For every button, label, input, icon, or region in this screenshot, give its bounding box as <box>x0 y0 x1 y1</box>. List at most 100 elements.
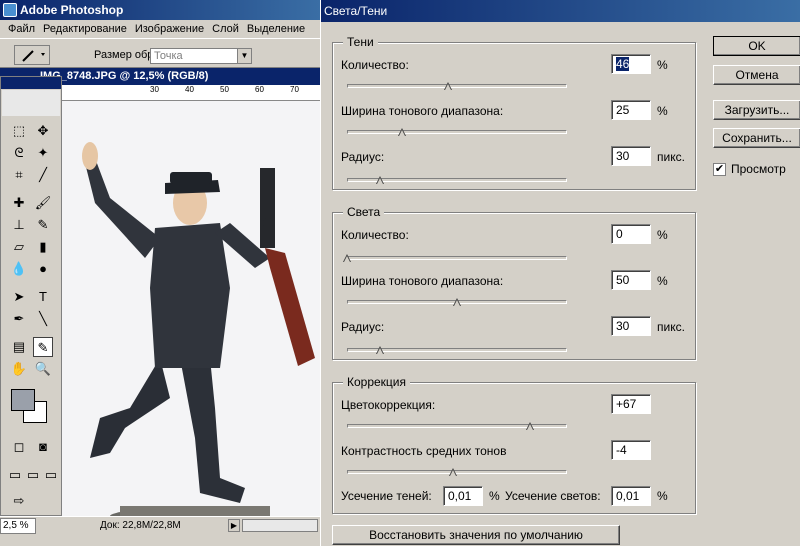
shadows-tonal-width-slider-thumb[interactable] <box>398 128 407 137</box>
save-button[interactable]: Сохранить... <box>713 128 800 148</box>
highlights-amount-field[interactable]: 0 <box>611 224 651 244</box>
shadows-tonal-width-field[interactable]: 25 <box>611 100 651 120</box>
black-clip-unit: % <box>489 489 500 503</box>
white-clip-field[interactable]: 0,01 <box>611 486 651 506</box>
foreground-color-swatch[interactable] <box>11 389 35 411</box>
shadows-radius-field[interactable]: 30 <box>611 146 651 166</box>
menu-image[interactable]: Изображение <box>131 20 208 38</box>
photoshop-title: Adobe Photoshop <box>20 3 124 17</box>
history-brush-icon[interactable]: ✎ <box>33 215 53 235</box>
color-correction-slider-thumb[interactable] <box>525 422 535 431</box>
pen-tool-icon[interactable]: ✒ <box>9 309 29 329</box>
healing-brush-icon[interactable]: ✚ <box>9 193 29 213</box>
screen-mode-max-icon[interactable]: ▭ <box>41 465 61 485</box>
quick-mask-icon[interactable]: ◙ <box>33 437 53 457</box>
highlights-radius-label: Радиус: <box>341 320 385 334</box>
menu-bar: Файл Редактирование Изображение Слой Выд… <box>0 20 320 38</box>
preview-checkbox[interactable]: ✔ <box>713 163 726 176</box>
toolbox-header <box>1 77 61 89</box>
line-tool-icon[interactable]: ╲ <box>33 309 53 329</box>
eyedropper-tool-icon[interactable]: ✎ <box>33 337 53 357</box>
highlights-tonal-width-label: Ширина тонового диапазона: <box>341 274 504 288</box>
screen-mode-full-icon[interactable]: ▭ <box>23 465 43 485</box>
sample-size-select[interactable]: Точка ▼ <box>150 48 252 64</box>
photoshop-app-icon <box>3 3 17 17</box>
highlights-amount-slider-thumb[interactable] <box>343 254 352 263</box>
marquee-tool-icon[interactable]: ⬚ <box>9 121 29 141</box>
photoshop-window: Adobe Photoshop Файл Редактирование Изоб… <box>0 0 320 546</box>
sample-size-value: Точка <box>154 50 183 62</box>
highlights-radius-field[interactable]: 30 <box>611 316 651 336</box>
zoom-tool-icon[interactable]: 🔍 <box>33 359 53 379</box>
screen-mode-icon[interactable]: ▭ <box>5 465 25 485</box>
shadows-group-title: Тени <box>343 35 378 49</box>
stamp-tool-icon[interactable]: ⊥ <box>9 215 29 235</box>
menu-select[interactable]: Выделение <box>243 20 309 38</box>
highlights-tonal-width-field[interactable]: 50 <box>611 270 651 290</box>
jump-to-imageready-icon[interactable]: ⇨ <box>9 491 29 511</box>
highlights-tonal-width-slider-thumb[interactable] <box>453 298 462 307</box>
midtone-contrast-label: Контрастность средних тонов <box>341 444 507 458</box>
ruler-tick: 50 <box>220 85 229 94</box>
shadows-radius-label: Радиус: <box>341 150 385 164</box>
ruler-tick: 60 <box>255 85 264 94</box>
shadows-radius-slider-thumb[interactable] <box>376 176 385 185</box>
status-bar: 2,5 % Док: 22,8M/22,8M ▶ <box>0 516 320 534</box>
menu-layer[interactable]: Слой <box>208 20 243 38</box>
standard-mode-icon[interactable]: ◻ <box>9 437 29 457</box>
shadows-amount-value: 46 <box>616 57 630 71</box>
dodge-tool-icon[interactable]: ● <box>33 259 53 279</box>
black-clip-label: Усечение теней: <box>341 489 432 503</box>
cancel-button[interactable]: Отмена <box>713 65 800 85</box>
preview-label: Просмотр <box>731 162 786 176</box>
ok-button[interactable]: OK <box>713 36 800 56</box>
midtone-contrast-slider-thumb[interactable] <box>448 468 458 477</box>
shadows-amount-slider-thumb[interactable] <box>444 82 453 91</box>
shadows-amount-slider[interactable] <box>347 84 567 88</box>
color-correction-label: Цветокоррекция: <box>341 398 436 412</box>
toolbox: ⬚ ✥ ᘓ ✦ ⌗ ╱ ✚ 🖌 ⊥ ✎ ▱ ▮ 💧 ● ➤ T ✒ ╲ ▤ ✎ … <box>0 76 62 516</box>
menu-edit[interactable]: Редактирование <box>39 20 131 38</box>
zoom-level-field[interactable]: 2,5 % <box>0 518 36 534</box>
highlights-radius-slider-thumb[interactable] <box>376 346 385 355</box>
blur-tool-icon[interactable]: 💧 <box>9 259 29 279</box>
slice-tool-icon[interactable]: ╱ <box>33 165 53 185</box>
eyedropper-preset-button[interactable] <box>14 45 50 65</box>
adjustments-group-title: Коррекция <box>343 375 411 389</box>
shadows-tonal-width-unit: % <box>657 104 668 118</box>
shadows-tonal-width-slider[interactable] <box>347 130 567 134</box>
shadows-amount-unit: % <box>657 58 668 72</box>
gradient-tool-icon[interactable]: ▮ <box>33 237 53 257</box>
move-tool-icon[interactable]: ✥ <box>33 121 53 141</box>
white-clip-unit: % <box>657 489 668 503</box>
menu-file[interactable]: Файл <box>4 20 39 38</box>
shadows-amount-field[interactable]: 46 <box>611 54 651 74</box>
lasso-tool-icon[interactable]: ᘓ <box>9 143 29 163</box>
highlights-group-title: Света <box>343 205 385 219</box>
status-menu-arrow-icon[interactable]: ▶ <box>228 519 240 532</box>
ruler-tick: 30 <box>150 85 159 94</box>
eraser-tool-icon[interactable]: ▱ <box>9 237 29 257</box>
notes-tool-icon[interactable]: ▤ <box>9 337 29 357</box>
shadows-tonal-width-label: Ширина тонового диапазона: <box>341 104 504 118</box>
horizontal-scrollbar[interactable] <box>242 519 318 532</box>
color-correction-field[interactable]: +67 <box>611 394 651 414</box>
shadows-amount-label: Количество: <box>341 58 409 72</box>
hand-tool-icon[interactable]: ✋ <box>9 359 29 379</box>
brush-tool-icon[interactable]: 🖌 <box>33 193 53 213</box>
highlights-amount-slider[interactable] <box>347 256 567 260</box>
photoshop-title-bar: Adobe Photoshop <box>0 0 320 20</box>
highlights-tonal-width-unit: % <box>657 274 668 288</box>
restore-defaults-button[interactable]: Восстановить значения по умолчанию <box>332 525 620 545</box>
chevron-down-icon: ▼ <box>237 49 251 63</box>
magic-wand-icon[interactable]: ✦ <box>33 143 53 163</box>
path-select-icon[interactable]: ➤ <box>9 287 29 307</box>
black-clip-field[interactable]: 0,01 <box>443 486 483 506</box>
figurine-image[interactable] <box>70 108 320 528</box>
crop-tool-icon[interactable]: ⌗ <box>9 165 29 185</box>
midtone-contrast-field[interactable]: -4 <box>611 440 651 460</box>
load-button[interactable]: Загрузить... <box>713 100 800 120</box>
highlights-amount-unit: % <box>657 228 668 242</box>
white-clip-label: Усечение светов: <box>505 489 601 503</box>
type-tool-icon[interactable]: T <box>33 287 53 307</box>
